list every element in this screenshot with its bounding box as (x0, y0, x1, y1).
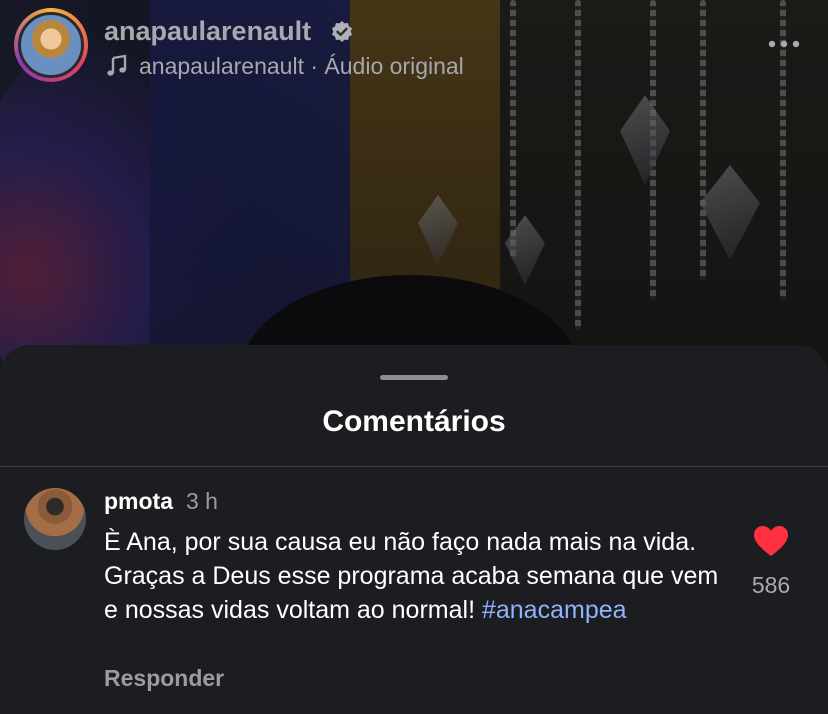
hashtag-link[interactable]: #anacampea (482, 596, 627, 624)
sheet-drag-handle[interactable] (380, 375, 448, 380)
reply-button[interactable]: Responder (104, 665, 224, 692)
reel-header: anapaularenault anapaularenault · Áudio … (0, 0, 828, 95)
comment-text: È Ana, por sua causa eu não faço nada ma… (104, 525, 724, 627)
divider (0, 466, 828, 467)
like-count: 586 (751, 572, 791, 598)
comment-username[interactable]: pmota (104, 488, 173, 515)
author-username[interactable]: anapaularenault (104, 16, 311, 47)
more-icon[interactable] (767, 38, 801, 50)
avatar-image (18, 12, 84, 78)
audio-attribution[interactable]: anapaularenault · Áudio original (139, 53, 464, 80)
heart-icon[interactable] (753, 525, 789, 557)
comment-avatar[interactable] (24, 488, 86, 550)
comment-timestamp: 3 h (186, 488, 218, 514)
comments-sheet: Comentários pmota 3 h È Ana, por sua cau… (0, 345, 828, 714)
music-note-icon (107, 54, 127, 76)
verified-icon (332, 21, 352, 42)
avatar[interactable] (14, 8, 88, 82)
sheet-title: Comentários (322, 405, 506, 438)
